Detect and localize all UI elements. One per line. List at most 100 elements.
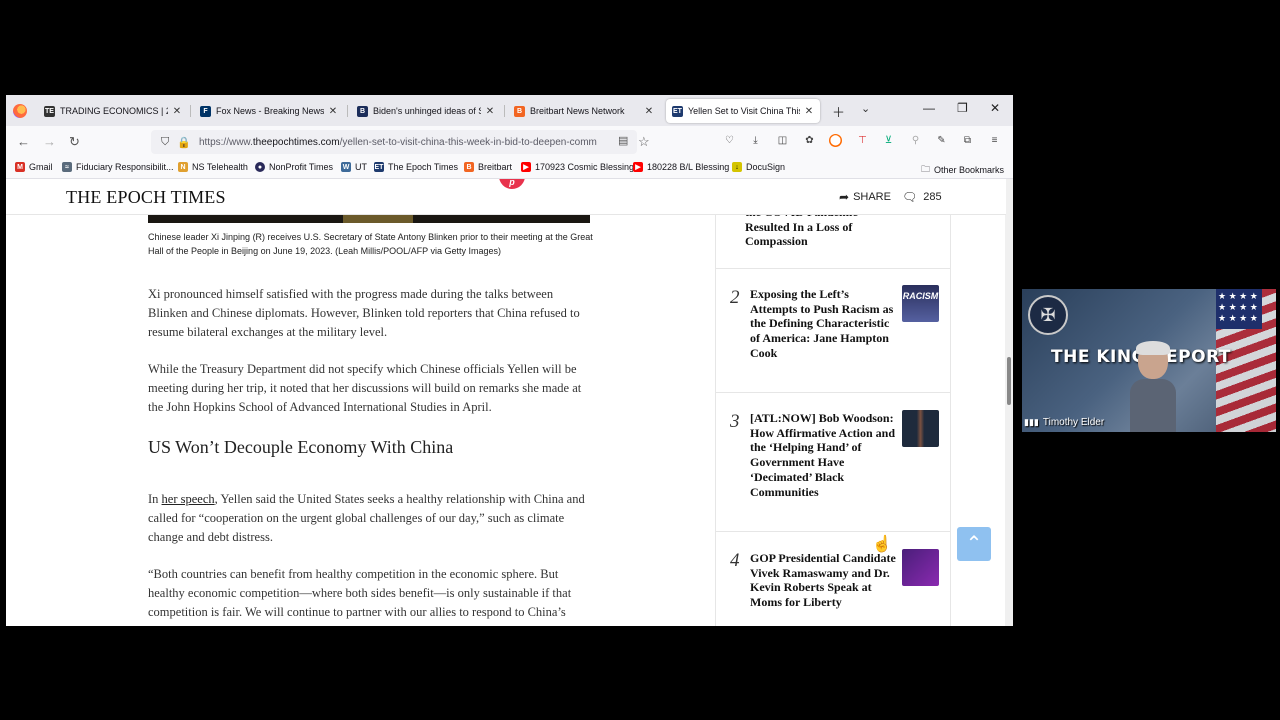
bookmark-breitbart[interactable]: B Breitbart [464,162,512,172]
close-tab-icon[interactable]: ✕ [804,106,814,117]
download-icon[interactable]: ⤓ [749,134,762,147]
extension-icon[interactable]: ✿ [803,134,816,147]
webcam-overlay: ★ ★ ★ ★ ★ ★ ★ ★ ★ ★ ★ ★ ✠ THE KING REPOR… [1022,289,1276,432]
bookmark-star-icon[interactable]: ☆ [638,134,650,150]
gmail-icon: M [15,162,25,172]
show-badge-icon: ✠ [1028,295,1068,335]
lock-icon[interactable]: 🔒 [177,136,191,149]
tab-strip: TE TRADING ECONOMICS | 20 m ✕ F Fox News… [6,95,1013,126]
tab-trading-economics[interactable]: TE TRADING ECONOMICS | 20 m ✕ [38,99,188,123]
comments-button[interactable]: 🗨 285 [902,190,942,204]
restore-icon[interactable]: ❐ [957,101,968,115]
sidebar-thumbnail[interactable] [902,549,939,586]
signal-bars-icon: ▮▮▮ [1024,417,1039,427]
photo-caption: Chinese leader Xi Jinping (R) receives U… [148,232,593,256]
close-tab-icon[interactable]: ✕ [328,106,338,117]
reader-view-icon[interactable]: ▤ [618,134,628,147]
article-paragraph: While the Treasury Department did not sp… [148,362,582,414]
bookmark-ns-telehealth[interactable]: N NS Telehealth [178,162,248,172]
tab-separator [504,105,505,117]
extension-icon[interactable]: ⊻ [882,134,895,147]
sidebar-rank: 3 [730,411,740,432]
sidebar-toggle-icon[interactable]: ◫ [776,134,789,147]
bookmark-label: NonProfit Times [269,162,334,172]
close-tab-icon[interactable]: ✕ [172,106,182,117]
sidebar-rank: 4 [730,550,740,571]
popular-sidebar: the COVID Pandemic Resulted In a Loss of… [715,205,951,626]
tab-title: Breitbart News Network [530,106,625,116]
back-icon[interactable]: ← [17,134,30,149]
bookmark-nonprofit-times[interactable]: ● NonProfit Times [255,162,333,172]
bookmark-gmail[interactable]: M Gmail [15,162,53,172]
presenter-video [1130,341,1176,432]
close-tab-icon[interactable]: ✕ [485,106,495,117]
divider [716,392,950,393]
new-tab-icon[interactable]: ＋ [832,102,845,121]
url-path: /yellen-set-to-visit-china-this-week-in-… [339,136,597,148]
scroll-to-top-button[interactable]: ⌃ [957,527,991,561]
bookmark-docusign[interactable]: ↓ DocuSign [732,162,785,172]
extensions-puzzle-icon[interactable]: ⧉ [961,134,974,147]
sidebar-item-title[interactable]: GOP Presidential Candidate Vivek Ramaswa… [750,551,898,610]
her-speech-link[interactable]: her speech [162,492,215,506]
navigation-bar: ← → ↻ ⛉ 🔒 https://www. theepochtimes.com /… [6,126,1013,158]
fox-favicon-icon: F [200,105,211,117]
forward-icon[interactable]: → [43,134,56,149]
article-paragraph: Xi pronounced himself satisfied with the… [148,287,580,339]
breitbart-icon: B [464,162,474,172]
menu-icon[interactable]: ≡ [988,134,1001,147]
shield-icon[interactable]: ⛉ [161,136,169,149]
close-tab-icon[interactable]: ✕ [644,106,654,117]
bookmark-label: DocuSign [746,162,786,172]
bookmark-bl-blessing[interactable]: ▶ 180228 B/L Blessing [633,162,729,172]
firefox-icon[interactable] [13,104,27,118]
bookmark-fiduciary[interactable]: ≈ Fiduciary Responsibilit... [62,162,174,172]
divider [716,531,950,532]
extension-icon[interactable]: ✎ [935,134,948,147]
extension-icon[interactable]: ⬤ [829,134,842,147]
url-prefix: https://www. [198,136,253,148]
comment-icon: 🗨 [902,190,918,204]
sidebar-item-title[interactable]: Exposing the Left’s Attempts to Push Rac… [750,287,898,361]
tab-title: Fox News - Breaking News Up [216,106,324,116]
bookmark-label: Gmail [29,162,53,172]
sidebar-thumbnail[interactable] [902,410,939,447]
presenter-hair [1136,341,1170,355]
fiduciary-icon: ≈ [62,162,72,172]
tab-biden[interactable]: B Biden's unhinged ideas of Su ✕ [351,99,501,123]
bookmark-label: Breitbart [478,162,513,172]
page-scrollbar[interactable] [1005,179,1013,626]
pocket-icon[interactable]: ♡ [723,134,736,147]
epoch-times-icon: ET [374,162,384,172]
url-bar[interactable]: ⛉ 🔒 https://www. theepochtimes.com/yellen… [151,130,637,154]
extension-icon[interactable]: ⊤ [856,134,869,147]
tab-list-chevron-icon[interactable]: ⌄ [861,102,870,115]
reload-icon[interactable]: ↻ [69,134,80,150]
close-window-icon[interactable]: ✕ [990,101,1000,115]
tab-fox-news[interactable]: F Fox News - Breaking News Up ✕ [194,99,344,123]
tab-breitbart[interactable]: B Breitbart News Network ✕ [508,99,660,123]
mouse-pointer-icon: ☝ [872,536,892,553]
bookmark-epoch-times[interactable]: ET The Epoch Times [374,162,458,172]
other-bookmarks[interactable]: 🗀 Other Bookmarks [921,162,1004,178]
docusign-icon: ↓ [732,162,742,172]
minimize-icon[interactable]: — [923,101,935,115]
tab-epoch-times-active[interactable]: ET Yellen Set to Visit China This ✕ [666,99,820,123]
article-paragraph: In her speech, Yellen said the United St… [148,490,593,547]
sidebar-item-title[interactable]: [ATL:NOW] Bob Woodson: How Affirmative A… [750,411,898,499]
site-logo[interactable]: THE EPOCH TIMES [66,187,226,208]
speaker-name: Timothy Elder [1042,417,1105,428]
browser-window: TE TRADING ECONOMICS | 20 m ✕ F Fox News… [6,95,1013,626]
web-page: p THE EPOCH TIMES ➦ SHARE 🗨 285 Chinese … [6,179,1013,626]
extension-icon[interactable]: ⚲ [909,134,922,147]
share-button[interactable]: ➦ SHARE [839,190,891,204]
bookmark-ut[interactable]: W UT [341,162,367,172]
paragraph-text: In [148,492,162,506]
comment-count: 285 [923,191,942,203]
thumbnail-text: RACISM [902,291,939,301]
sidebar-thumbnail[interactable]: RACISM [902,285,939,322]
bookmark-label: Fiduciary Responsibilit... [76,162,174,172]
bookmark-label: NS Telehealth [192,162,248,172]
scrollbar-thumb[interactable] [1007,357,1011,405]
bookmark-cosmic-blessing[interactable]: ▶ 170923 Cosmic Blessing [521,162,634,172]
